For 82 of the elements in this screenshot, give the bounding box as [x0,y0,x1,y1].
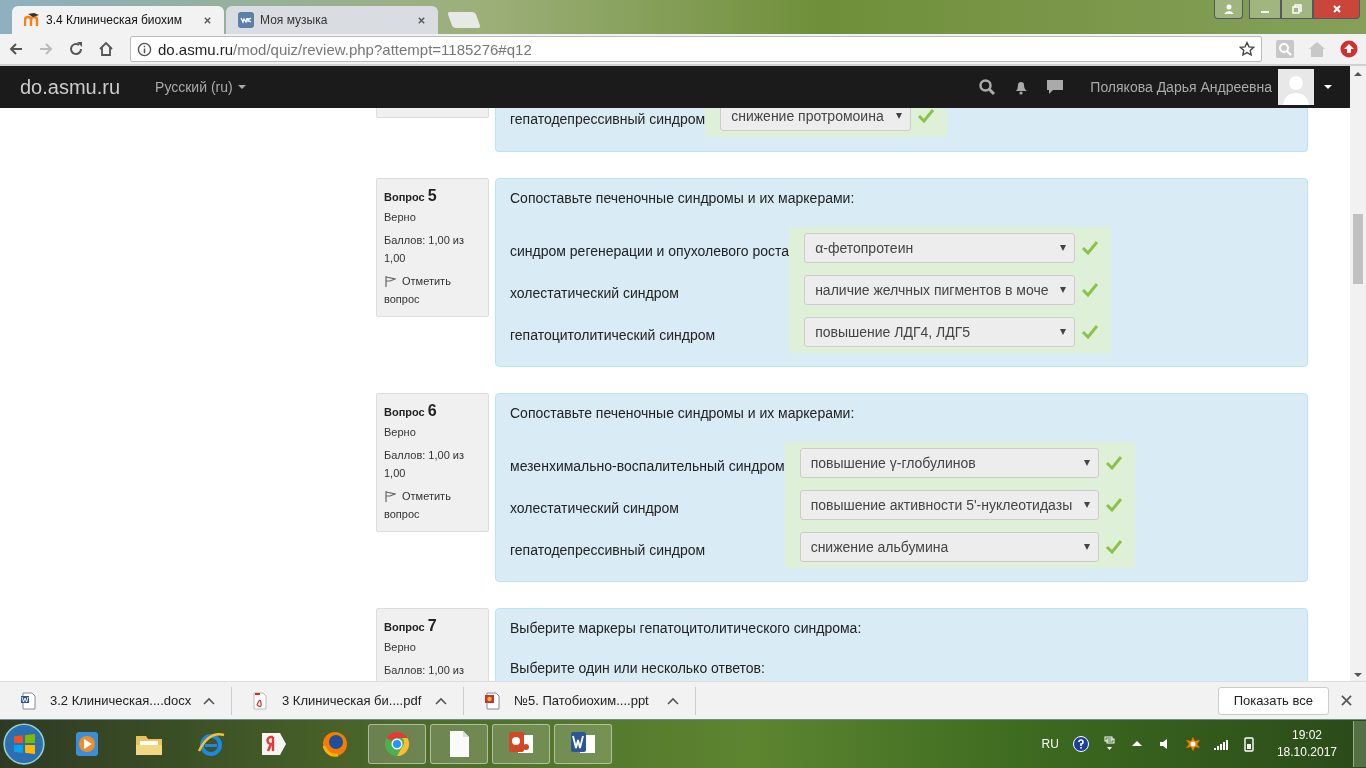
caret-icon [1060,287,1067,293]
minimize-icon[interactable] [1249,0,1281,19]
document-icon [20,691,36,710]
info-icon[interactable] [137,41,152,57]
document-icon [484,691,500,710]
question-status: Верно [384,210,417,225]
caret-icon [1084,544,1091,550]
question-score: Баллов: 1,00 из [384,663,466,678]
answer-dropdown[interactable]: повышение ЛДГ4, ЛДГ5 [804,317,1076,347]
search-icon[interactable] [978,78,997,96]
site-logo-icon [24,12,40,28]
taskbar-button[interactable] [554,724,612,764]
chevron-icon[interactable] [203,696,215,705]
matching-label: гепатодепрессивный синдром [510,541,707,558]
home-icon[interactable] [98,41,114,57]
matching-label: мезенхимально-воспалительный синдром [510,457,785,474]
antivirus-icon[interactable] [1184,736,1201,752]
input-language[interactable]: RU [1041,737,1059,751]
close-icon[interactable] [1313,0,1360,19]
question-score: Баллов: 1,00 из 1,00 [384,233,466,266]
caret-icon [1084,502,1091,508]
answer-dropdown[interactable]: повышение γ-глобулинов [799,448,1100,478]
help-icon[interactable] [1072,736,1089,752]
chat-icon[interactable] [1046,78,1065,96]
browser-tab[interactable]: Моя музыка [226,6,438,34]
back-icon[interactable] [8,41,24,57]
site-logo-icon [238,12,254,28]
download-item[interactable]: №5. Патобиохим....ppt [464,686,696,715]
download-item[interactable]: 3.2 Клиническая....docx [0,686,232,715]
caret-icon [1084,460,1091,466]
instruction-text: Выберите один или несколько ответов: [510,659,766,677]
close-icon[interactable] [417,15,426,25]
taskbar-button[interactable] [492,724,550,764]
question-text: Сопоставьте печеночные синдромы и их маркерами: [510,404,856,422]
browser-tab[interactable]: 3.4 Клиническая биохим [12,6,224,34]
scrollbar[interactable] [1350,66,1366,681]
browser-icon [320,729,350,759]
upload-icon[interactable] [1340,40,1358,58]
close-icon[interactable] [203,15,212,25]
question-status: Верно [384,640,417,655]
matching-label: холестатический синдром [510,284,680,301]
flag-question-link[interactable]: Отметить вопрос [384,487,481,523]
language-menu[interactable]: Русский (ru) [155,79,246,95]
matching-label: гепатоцитолитический синдром [510,326,717,343]
question-text: Выберите маркеры гепатоцитолитического синдрома: [510,619,863,637]
question-number: Вопрос 5 [384,187,438,205]
flag-icon [384,490,396,502]
question-text: Сопоставьте печеночные синдромы и их маркерами: [510,189,856,207]
answer-dropdown[interactable]: α-фетопротеин [804,233,1076,263]
caret-icon [1060,245,1067,251]
reload-icon[interactable] [68,41,84,57]
clock[interactable]: 19:02 18.10.2017 [1276,727,1337,761]
show-all-button[interactable]: Показать все [1217,686,1329,715]
answer-dropdown[interactable]: снижение протромоина [720,108,911,131]
caret-icon[interactable] [1324,85,1332,89]
question-number: Вопрос 6 [384,402,438,420]
flag-question-link[interactable]: Отметить вопрос [384,272,481,308]
user-name[interactable]: Полякова Дарья Андреевна [1090,79,1272,95]
user-icon[interactable] [1214,0,1243,19]
question-number: Вопрос 7 [384,617,438,635]
document-icon [252,691,268,710]
restore-icon[interactable] [1281,0,1313,19]
chevron-icon[interactable] [435,696,447,705]
matching-label: синдром регенерации и опухолевого роста [510,242,790,259]
question-status: Верно [384,425,417,440]
answer-dropdown[interactable]: снижение альбумина [799,532,1100,562]
flag-icon [384,275,396,287]
start-button[interactable] [2,722,46,766]
answer-dropdown[interactable]: наличие желчных пигментов в моче [804,275,1076,305]
browser-icon [382,729,412,759]
download-item[interactable]: 3 Клиническая би....pdf [232,686,464,715]
matching-label: холестатический синдром [510,499,680,516]
site-name[interactable]: do.asmu.ru [20,75,121,99]
address-bar[interactable]: do.asmu.ru/mod/quiz/review.php?attempt=1185276#q12 [130,36,1262,62]
question-score: Баллов: 1,00 из 1,00 [384,448,466,481]
close-icon[interactable] [1341,695,1352,706]
answer-dropdown[interactable]: повышение активности 5'-нуклеотидазы [799,490,1100,520]
chevron-icon[interactable] [667,696,679,705]
caret-icon [895,113,902,119]
matching-label: гепатодепрессивный синдром [510,110,706,127]
star-icon[interactable] [1239,41,1255,57]
caret-icon [1060,329,1067,335]
